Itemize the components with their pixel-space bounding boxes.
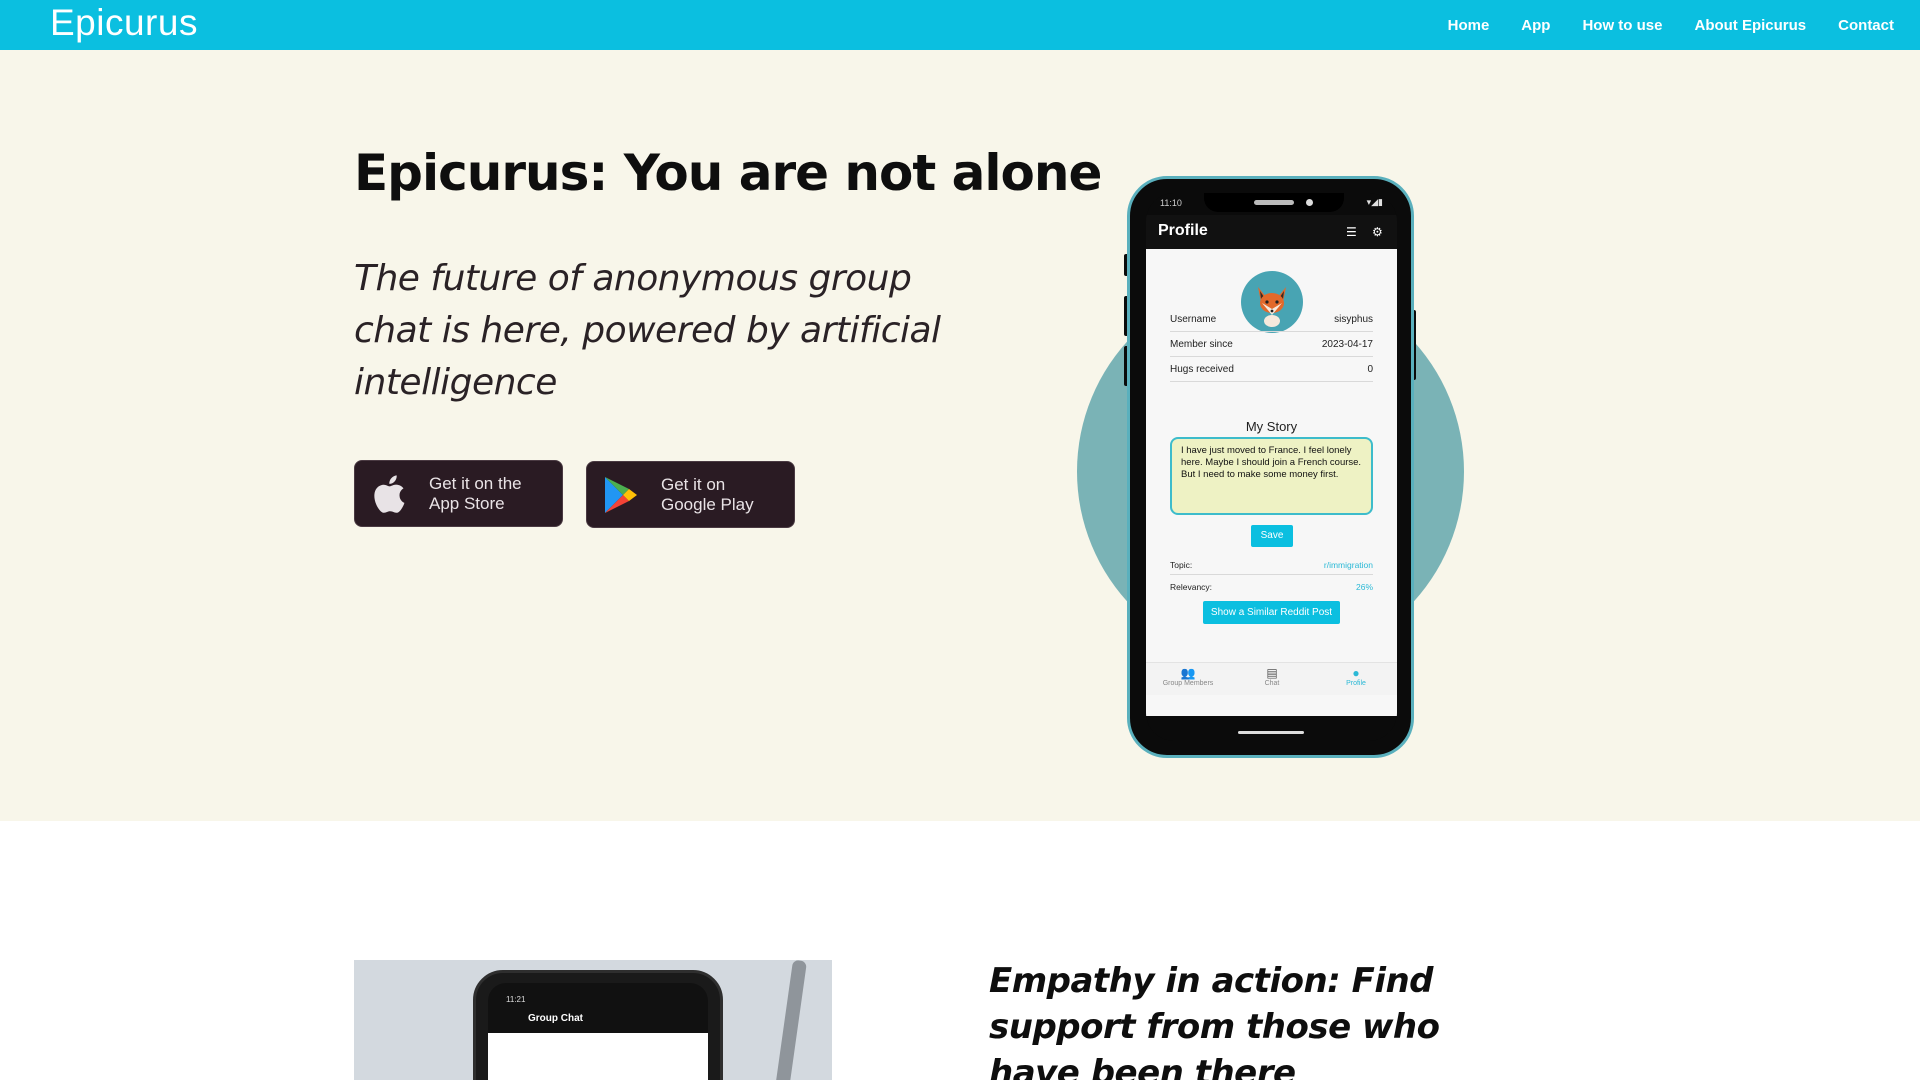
brand-logo[interactable]: Epicurus [50,0,198,50]
screen-title: Profile [1158,222,1208,239]
chat-icon: ▤ [1266,666,1278,680]
google-play-line1: Get it on [661,474,726,494]
photo-phone: 11:21 Group Chat [473,970,723,1080]
status-bar: 11:10 ▾◢▮ [1146,193,1397,215]
app-header: Profile ☰ ⚙ [1146,215,1397,249]
empathy-section: 11:21 Group Chat Empathy in action: Find… [0,821,1920,1080]
relevancy-row: Relevancy: 26% [1170,579,1373,597]
tab-label: Chat [1264,680,1280,687]
top-navbar: Epicurus Home App How to use About Epicu… [0,0,1920,50]
phone-mockup: 11:10 ▾◢▮ Profile ☰ ⚙ Username sisyphus … [1127,176,1414,758]
story-title: My Story [1245,419,1298,434]
app-store-label: Get it on the App Store [429,474,522,514]
home-indicator [1238,731,1304,734]
relevancy-value: 26% [1355,582,1373,592]
row-label: Member since [1170,339,1233,350]
save-button[interactable]: Save [1251,525,1293,547]
profile-row-hugs: Hugs received 0 [1170,357,1373,382]
hero-subtitle: The future of anonymous group chat is he… [354,258,941,403]
hero-title: Epicurus: You are not alone [354,144,1102,202]
row-value: 0 [1367,364,1373,375]
photo-phone-time: 11:21 [506,995,526,1004]
show-reddit-post-button[interactable]: Show a Similar Reddit Post [1203,601,1340,624]
tab-chat[interactable]: ▤ Chat [1230,666,1314,687]
phone-notch [1204,193,1344,212]
google-play-label: Get it on Google Play [661,475,754,515]
story-textarea[interactable]: I have just moved to France. I feel lone… [1170,437,1373,515]
row-value: sisyphus [1334,314,1373,325]
hero-section: Epicurus: You are not alone The future o… [0,50,1920,821]
relevancy-label: Relevancy: [1170,582,1213,592]
bottom-tab-bar: 👥 Group Members ▤ Chat ● Profile [1146,662,1397,695]
status-time: 11:10 [1160,198,1182,208]
topic-row: Topic: r/immigration [1170,557,1373,575]
profile-icon: ● [1352,666,1360,680]
tab-profile[interactable]: ● Profile [1314,666,1397,687]
checklist-icon[interactable]: ☰ [1346,225,1357,239]
nav-link-app[interactable]: App [1521,17,1550,34]
google-play-icon [601,475,641,515]
apple-icon [369,474,409,514]
app-store-line1: Get it on the [429,473,522,493]
row-label: Username [1170,314,1217,325]
row-label: Hugs received [1170,364,1234,375]
phone-screen: 11:10 ▾◢▮ Profile ☰ ⚙ Username sisyphus … [1146,193,1397,741]
gear-icon[interactable]: ⚙ [1372,225,1383,239]
nav-link-how-to-use[interactable]: How to use [1582,17,1662,34]
signal-battery-icons: ▾◢▮ [1366,198,1383,208]
google-play-button[interactable]: Get it on Google Play [586,461,795,528]
app-store-button[interactable]: Get it on the App Store [354,460,563,527]
group-chat-photo: 11:21 Group Chat [354,960,832,1080]
background-object [775,960,807,1080]
group-icon: 👥 [1180,666,1196,680]
photo-phone-screen [488,1033,708,1080]
speaker-grille [1254,200,1294,205]
nav-links: Home App How to use About Epicurus Conta… [1432,0,1910,50]
tab-label: Group Members [1162,680,1214,687]
nav-link-about[interactable]: About Epicurus [1694,17,1806,34]
topic-link[interactable]: r/immigration [1324,560,1373,570]
nav-link-contact[interactable]: Contact [1838,17,1894,34]
section-heading: Empathy in action: Find support from tho… [989,961,1440,1080]
camera-icon [1306,199,1313,206]
tab-group-members[interactable]: 👥 Group Members [1146,666,1230,687]
app-store-line2: App Store [429,493,505,513]
nav-link-home[interactable]: Home [1448,17,1490,34]
photo-chat-title: Group Chat [528,1013,583,1024]
tab-label: Profile [1346,680,1366,687]
profile-row-username: Username sisyphus [1170,307,1373,332]
photo-phone-header: 11:21 Group Chat [488,983,708,1033]
profile-row-member-since: Member since 2023-04-17 [1170,332,1373,357]
profile-screen: Username sisyphus Member since 2023-04-1… [1146,249,1397,716]
google-play-line2: Google Play [661,494,754,514]
row-value: 2023-04-17 [1321,339,1373,350]
topic-label: Topic: [1170,560,1193,570]
